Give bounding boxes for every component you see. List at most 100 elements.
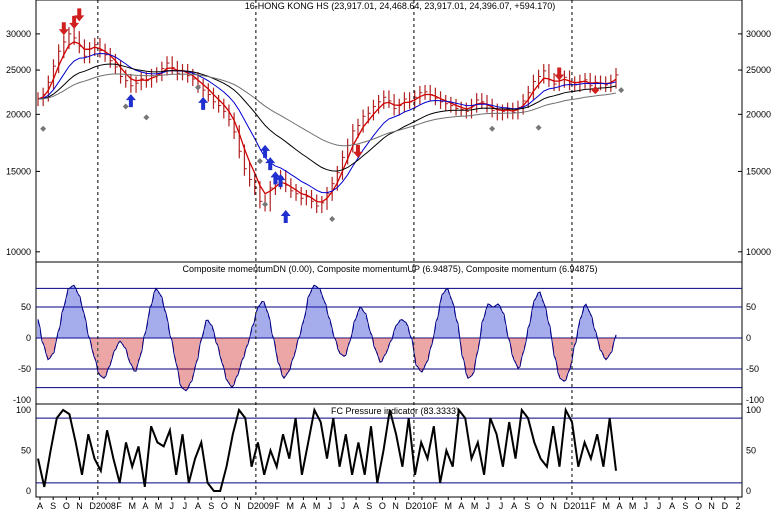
price-y-tick-label: 20000 <box>746 109 771 119</box>
diamond-icon <box>256 158 263 165</box>
x-tick-label: A <box>142 501 148 511</box>
price-y-tick-label: 25000 <box>746 65 771 75</box>
pressure-y-tick-label: 100 <box>746 405 761 415</box>
x-tick-label: 2010 <box>412 501 432 511</box>
price-chart-title: 16-HONG KONG HS (23,917.01, 24,468.64, 2… <box>245 1 555 11</box>
x-tick-label: 2 <box>735 501 740 511</box>
diamond-icon <box>618 87 625 94</box>
x-tick-label: A <box>511 501 517 511</box>
x-tick-label: N <box>234 501 241 511</box>
ma-fast-line <box>37 41 617 203</box>
pressure-line <box>37 406 617 492</box>
x-tick-label: J <box>341 501 346 511</box>
x-tick-label: 2008 <box>96 501 116 511</box>
pressure-indicator-line <box>37 406 617 492</box>
ma-slow-line <box>37 63 617 172</box>
x-tick-label: A <box>300 501 306 511</box>
price-y-ticks-right: 30000 25000 20000 15000 10000 <box>738 29 771 257</box>
x-tick-label: S <box>682 501 688 511</box>
price-y-tick-label: 15000 <box>746 166 771 176</box>
pressure-panel: FC Pressure indicator (83.3333) 100 100 50… <box>16 405 761 496</box>
x-tick-label: M <box>629 501 637 511</box>
momentum-y-tick-label: -50 <box>18 364 31 374</box>
diamond-icon <box>262 201 269 208</box>
x-tick-label: M <box>603 501 611 511</box>
momentum-chart-title: Composite momentumDN (0.00), Composite m… <box>182 264 597 274</box>
panel-frame <box>35 0 743 263</box>
x-tick-label: S <box>50 501 56 511</box>
x-tick-label: N <box>76 501 83 511</box>
x-tick-label: J <box>644 501 649 511</box>
x-tick-label: F <box>274 501 280 511</box>
price-y-tick-label: 20000 <box>6 109 31 119</box>
price-y-tick-label: 15000 <box>6 166 31 176</box>
x-tick-label: J <box>169 501 174 511</box>
momentum-y-tick-label: 50 <box>21 302 31 312</box>
x-tick-label: M <box>445 501 453 511</box>
chart-svg: 16-HONG KONG HS (23,917.01, 24,468.64, 2… <box>6 0 771 511</box>
down-arrow-icon <box>58 22 69 36</box>
up-arrow-icon <box>280 210 291 224</box>
x-tick-label: S <box>524 501 530 511</box>
panel-frames <box>35 0 743 498</box>
x-tick-label: A <box>458 501 464 511</box>
price-y-ticks-left: 30000 25000 20000 15000 10000 <box>6 29 40 257</box>
price-y-tick-label: 30000 <box>6 29 31 39</box>
x-tick-label: A <box>353 501 359 511</box>
x-tick-label: S <box>208 501 214 511</box>
price-y-tick-label: 30000 <box>746 29 771 39</box>
x-tick-label: F <box>432 501 438 511</box>
price-y-tick-label: 10000 <box>746 247 771 257</box>
down-arrow-icon <box>352 144 363 158</box>
pressure-y-tick-label: 100 <box>16 405 31 415</box>
x-tick-label: J <box>327 501 332 511</box>
x-tick-label: 2011 <box>570 501 589 511</box>
x-tick-label: J <box>657 501 662 511</box>
x-tick-label: O <box>379 501 386 511</box>
diamond-icon <box>143 114 150 121</box>
x-tick-label: F <box>590 501 596 511</box>
x-tick-label: F <box>116 501 122 511</box>
down-arrow-icon <box>554 67 565 81</box>
x-tick-label: A <box>37 501 43 511</box>
x-tick-label: A <box>616 501 622 511</box>
x-tick-label: O <box>63 501 70 511</box>
pressure-y-tick-label: 50 <box>746 446 756 456</box>
x-tick-label: 2009 <box>254 501 274 511</box>
diamond-icon <box>329 215 336 222</box>
x-tick-label: S <box>366 501 372 511</box>
price-bars <box>37 27 619 214</box>
x-tick-label: J <box>183 501 188 511</box>
moving-averages <box>37 41 617 203</box>
x-tick-label: A <box>669 501 675 511</box>
pressure-y-tick-label: 50 <box>21 446 31 456</box>
momentum-y-tick-label: -50 <box>746 364 759 374</box>
pressure-y-tick-label: 0 <box>746 486 751 496</box>
x-tick-label: D <box>722 501 729 511</box>
up-arrow-icon <box>125 94 136 108</box>
x-tick-label: M <box>286 501 294 511</box>
momentum-y-ticks: 50 50 0 0 -50 -50 -100 -100 <box>13 302 764 405</box>
diamond-icon <box>535 124 542 131</box>
momentum-y-tick-label: 0 <box>26 333 31 343</box>
price-y-tick-label: 25000 <box>6 65 31 75</box>
x-tick-label: O <box>695 501 702 511</box>
diamond-icon <box>591 86 600 95</box>
diamond-icon <box>40 125 47 132</box>
x-tick-label: A <box>195 501 201 511</box>
ma-slowest-line <box>37 73 617 147</box>
x-axis: A S O N D 2008 F M A M J J A S O N D 2009 F M A M J J A S O N D 2010 F… <box>37 497 741 511</box>
pressure-y-tick-label: 0 <box>26 486 31 496</box>
x-tick-label: O <box>221 501 228 511</box>
momentum-y-tick-label: 50 <box>746 302 756 312</box>
pressure-chart-title: FC Pressure indicator (83.3333) <box>331 406 459 416</box>
x-tick-label: M <box>128 501 136 511</box>
momentum-panel: Composite momentumDN (0.00), Composite m… <box>13 264 764 405</box>
chart-root: 16-HONG KONG HS (23,917.01, 24,468.64, 2… <box>0 0 777 511</box>
panel-frame <box>35 261 743 405</box>
diamond-icon <box>489 125 496 132</box>
x-tick-label: M <box>155 501 163 511</box>
x-tick-label: O <box>537 501 544 511</box>
x-tick-label: J <box>499 501 504 511</box>
up-arrow-icon <box>198 96 209 110</box>
